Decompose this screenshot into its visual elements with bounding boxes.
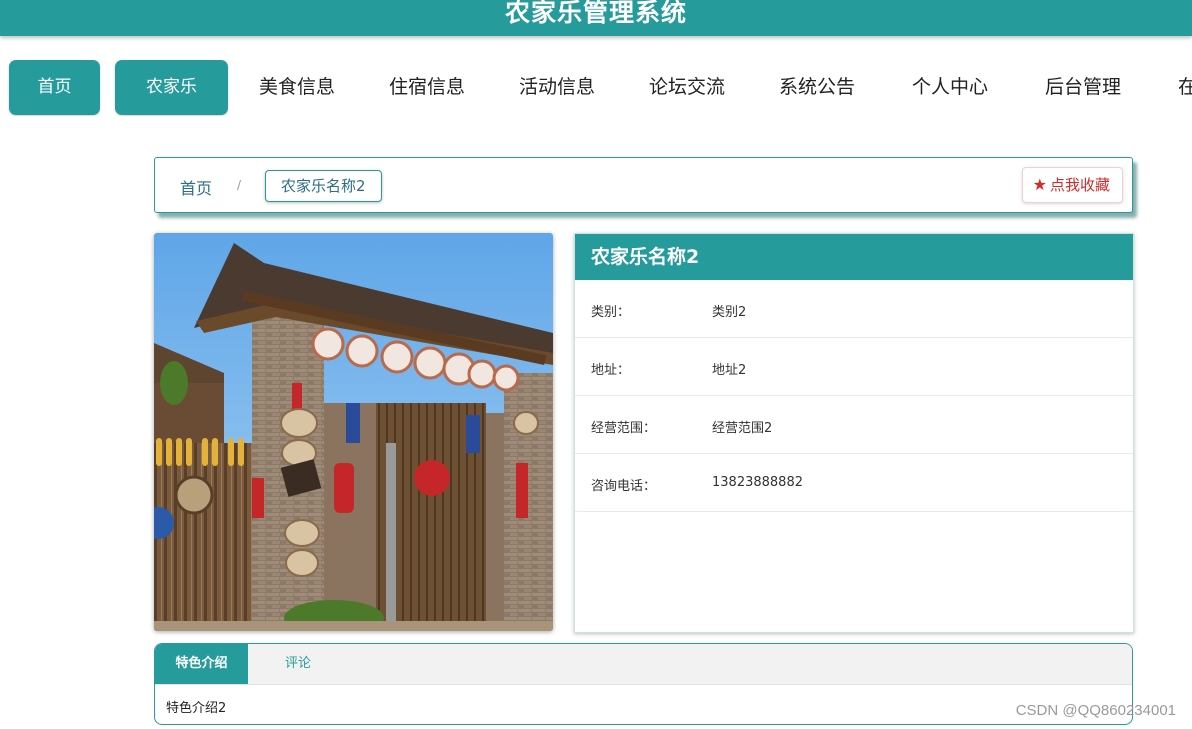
nav-item-forum[interactable]: 论坛交流 xyxy=(649,60,725,115)
detail-row-scope: 经营范围： 经营范围2 xyxy=(575,396,1133,454)
nav-item-activities[interactable]: 活动信息 xyxy=(519,60,595,115)
detail-key: 咨询电话： xyxy=(591,479,657,494)
favorite-label: 点我收藏 xyxy=(1049,176,1110,194)
favorite-button[interactable]: ★ 点我收藏 xyxy=(1021,167,1123,203)
nav-item-profile[interactable]: 个人中心 xyxy=(912,60,988,115)
detail-title: 农家乐名称2 xyxy=(575,234,1133,280)
detail-value: 经营范围2 xyxy=(712,421,773,436)
detail-panel: 农家乐名称2 类别： 类别2 地址： 地址2 经营范围： 经营范围2 咨询电话：… xyxy=(574,233,1134,633)
nav-item-food[interactable]: 美食信息 xyxy=(259,60,335,115)
tab-bar: 特色介绍 评论 xyxy=(155,644,1132,685)
app-header: 农家乐管理系统 xyxy=(0,0,1192,36)
breadcrumb-home-link[interactable]: 首页 xyxy=(180,175,212,199)
detail-value: 类别2 xyxy=(712,305,747,320)
detail-row-phone: 咨询电话： 13823888882 xyxy=(575,454,1133,512)
breadcrumb: 首页 / 农家乐名称2 ★ 点我收藏 xyxy=(154,157,1133,213)
detail-key: 地址： xyxy=(591,363,631,378)
star-icon: ★ xyxy=(1032,175,1047,194)
nav-item-farmstay[interactable]: 农家乐 xyxy=(115,60,228,115)
gate-illustration xyxy=(154,233,553,631)
nav-item-online[interactable]: 在 xyxy=(1178,60,1192,115)
app-title: 农家乐管理系统 xyxy=(504,0,687,27)
tab-content: 特色介绍2 xyxy=(166,701,227,716)
main-nav: 首页 农家乐 美食信息 住宿信息 活动信息 论坛交流 系统公告 个人中心 后台管… xyxy=(0,60,1192,116)
breadcrumb-separator: / xyxy=(237,178,242,192)
tab-features[interactable]: 特色介绍 xyxy=(155,644,248,684)
watermark: CSDN @QQ860234001 xyxy=(1015,702,1176,719)
detail-row-address: 地址： 地址2 xyxy=(575,338,1133,396)
nav-item-home[interactable]: 首页 xyxy=(9,60,100,115)
nav-item-announcements[interactable]: 系统公告 xyxy=(779,60,855,115)
detail-value: 13823888882 xyxy=(712,475,803,490)
breadcrumb-current: 农家乐名称2 xyxy=(265,170,382,202)
tab-comments[interactable]: 评论 xyxy=(285,644,311,684)
detail-key: 经营范围： xyxy=(591,421,657,436)
detail-row-category: 类别： 类别2 xyxy=(575,280,1133,338)
detail-tabs: 特色介绍 评论 特色介绍2 xyxy=(154,643,1133,725)
nav-item-lodging[interactable]: 住宿信息 xyxy=(389,60,465,115)
farmstay-photo xyxy=(154,233,553,631)
detail-key: 类别： xyxy=(591,305,631,320)
nav-item-admin[interactable]: 后台管理 xyxy=(1045,60,1121,115)
detail-value: 地址2 xyxy=(712,363,747,378)
